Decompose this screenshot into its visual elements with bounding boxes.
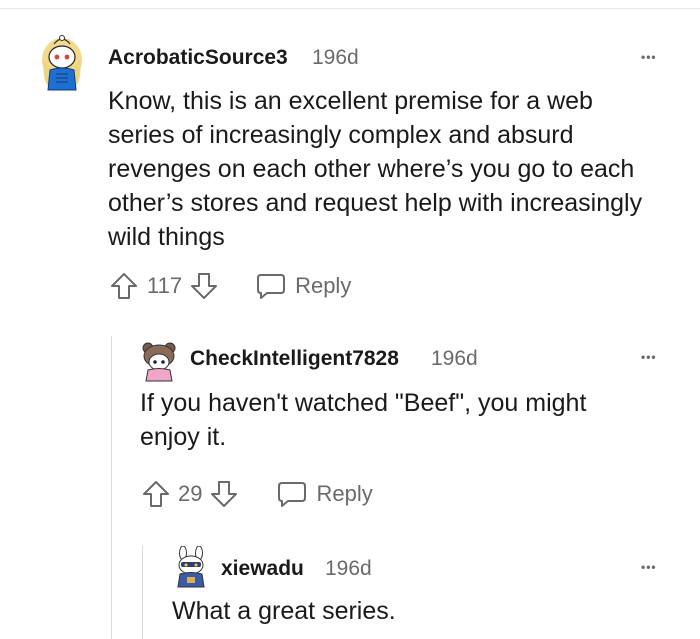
username[interactable]: AcrobaticSource3 <box>108 46 288 70</box>
comment-actions: 117 Reply <box>108 269 351 303</box>
thread-line <box>111 336 112 639</box>
upvote-button[interactable] <box>140 477 172 511</box>
thread-line <box>142 546 143 639</box>
comment-age: 196d <box>431 347 478 370</box>
comment-actions: 29 Reply <box>140 477 373 511</box>
comment-age: 196d <box>325 557 372 580</box>
more-options-button[interactable]: ••• <box>641 350 657 364</box>
reply-label: Reply <box>316 481 373 506</box>
username[interactable]: xiewadu <box>221 557 304 581</box>
comment-age: 196d <box>312 46 359 69</box>
speech-bubble-icon <box>278 482 307 507</box>
upvote-button[interactable] <box>108 269 140 303</box>
vote-score: 117 <box>147 273 183 298</box>
user-avatar[interactable] <box>172 546 210 588</box>
comment-body: What a great series. <box>172 597 396 625</box>
snoo-avatar-icon <box>42 35 82 91</box>
downvote-button[interactable] <box>188 269 220 303</box>
snoo-avatar-icon <box>142 342 176 382</box>
downvote-button[interactable] <box>208 477 240 511</box>
vote-score: 29 <box>178 481 203 506</box>
reply-button[interactable]: Reply <box>255 271 351 301</box>
reply-button[interactable]: Reply <box>276 479 373 509</box>
more-options-button[interactable]: ••• <box>641 50 657 64</box>
more-options-button[interactable]: ••• <box>641 560 657 574</box>
reply-label: Reply <box>295 273 352 298</box>
downvote-arrow-icon <box>211 481 238 507</box>
downvote-arrow-icon <box>191 273 218 299</box>
top-divider <box>0 8 700 9</box>
comment-thread: AcrobaticSource3 196d ••• Know, this is … <box>0 0 700 639</box>
user-avatar[interactable] <box>36 30 88 92</box>
upvote-arrow-icon <box>111 273 137 299</box>
snoo-avatar-icon <box>177 546 205 588</box>
username[interactable]: CheckIntelligent7828 <box>190 347 399 371</box>
comment-body: Know, this is an excellent premise for a… <box>108 87 643 251</box>
user-avatar[interactable] <box>140 340 178 382</box>
speech-bubble-icon <box>257 274 286 299</box>
upvote-arrow-icon <box>143 481 169 507</box>
comment-body: If you haven't watched "Beef", you might… <box>140 389 587 451</box>
